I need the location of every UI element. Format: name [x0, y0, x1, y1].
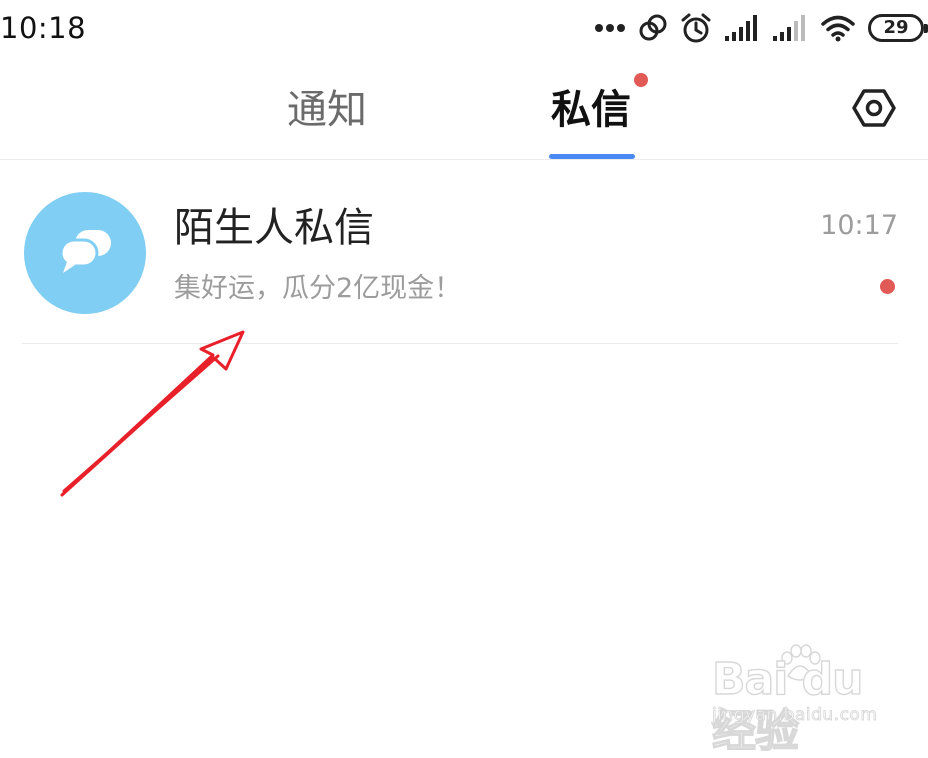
settings-hexagon-icon	[852, 86, 896, 134]
signal-icon	[724, 14, 760, 42]
chat-bubbles-icon	[55, 226, 115, 280]
tab-bar: 通知 私信	[0, 56, 928, 160]
battery-level: 29	[883, 17, 909, 38]
battery-icon: 29	[868, 14, 928, 42]
link-icon	[638, 13, 668, 43]
conversation-preview: 集好运，瓜分2亿现金！	[174, 273, 462, 304]
conversation-item[interactable]: 陌生人私信 集好运，瓜分2亿现金！ 10:17	[22, 184, 898, 344]
tab-unread-dot	[634, 73, 648, 87]
settings-button[interactable]	[850, 86, 898, 134]
more-dots-icon	[594, 23, 626, 33]
signal-icon	[772, 14, 808, 42]
status-time: 10:18	[0, 11, 87, 45]
conversation-time: 10:17	[820, 210, 898, 241]
baidu-jingyan-watermark: Bai du 经验 jingyan.baidu.com	[708, 640, 914, 758]
alarm-icon	[680, 12, 712, 44]
status-icons: 29	[582, 10, 928, 46]
status-bar: 10:18 29	[0, 0, 928, 56]
tab-notifications[interactable]: 通知	[287, 82, 367, 138]
watermark-url: jingyan.baidu.com	[712, 705, 878, 726]
unread-dot	[880, 279, 895, 294]
wifi-icon	[820, 14, 856, 42]
tab-private-messages[interactable]: 私信	[551, 82, 631, 138]
conversation-title: 陌生人私信	[174, 205, 374, 251]
avatar	[24, 192, 146, 314]
active-tab-indicator	[549, 154, 635, 159]
